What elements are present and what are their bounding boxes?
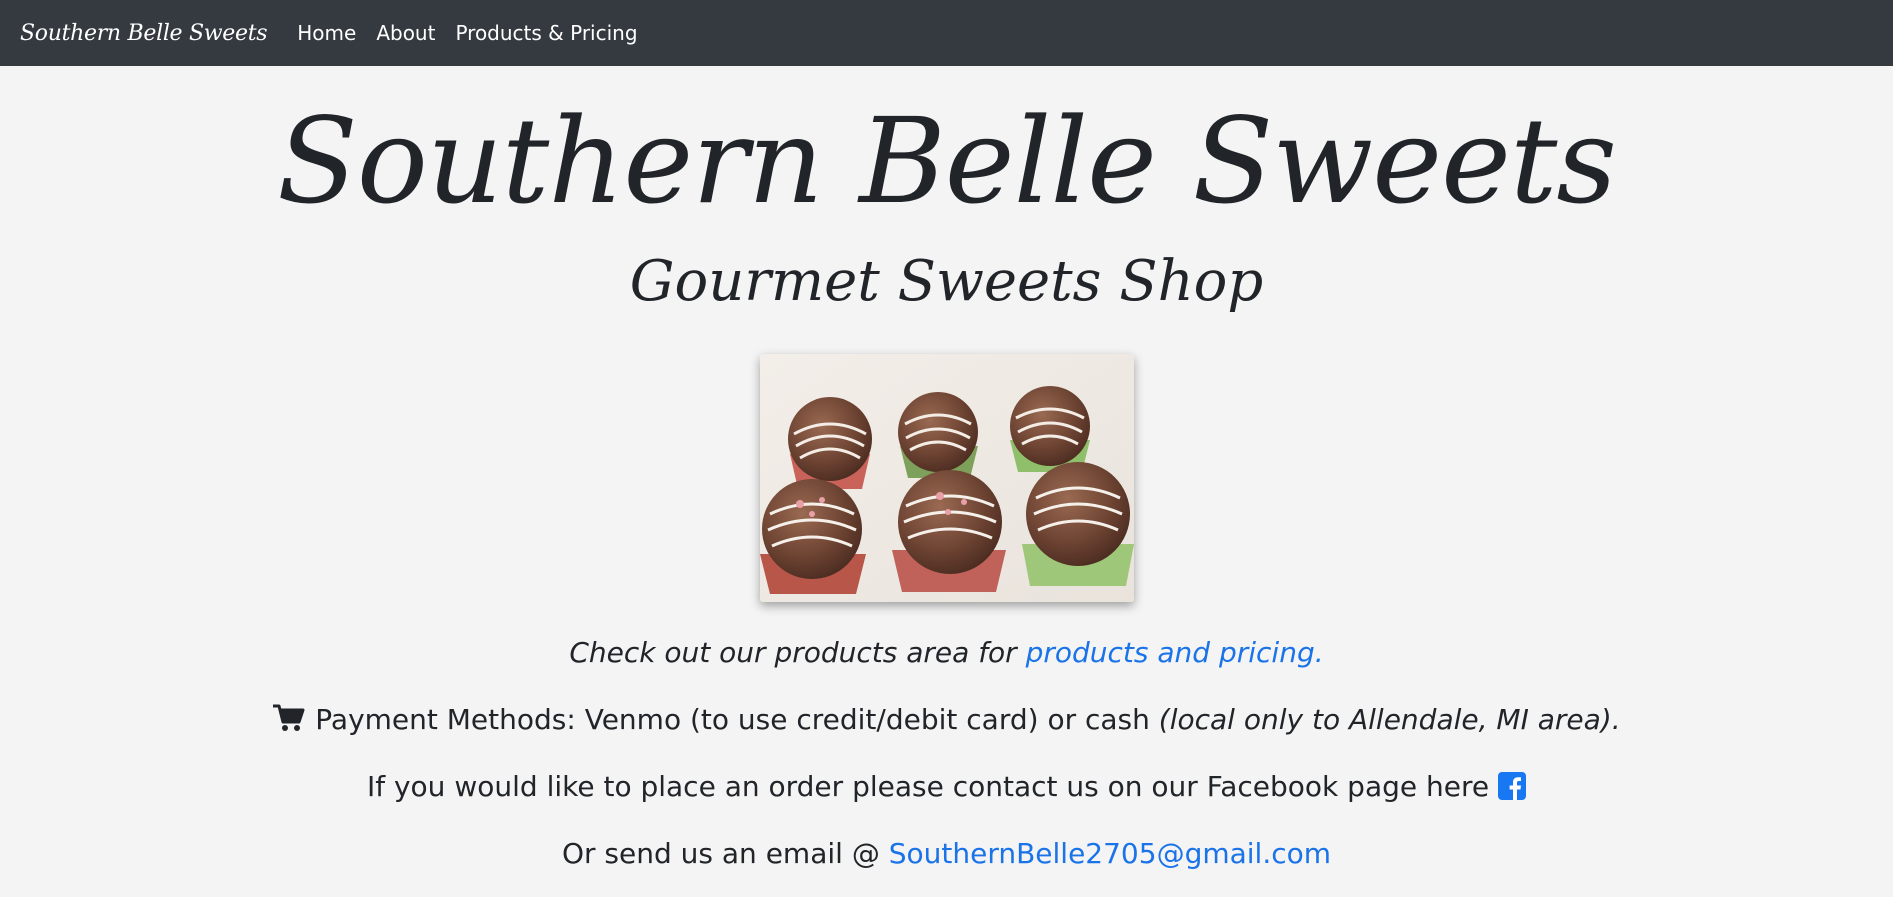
payment-paragraph: Payment Methods: Venmo (to use credit/de… bbox=[0, 703, 1893, 736]
email-link[interactable]: SouthernBelle2705@gmail.com bbox=[889, 837, 1331, 870]
payment-local-note: (local only to Allendale, MI area). bbox=[1158, 703, 1621, 736]
navbar-brand[interactable]: Southern Belle Sweets bbox=[20, 21, 268, 46]
order-contact-text: If you would like to place an order plea… bbox=[366, 770, 1499, 803]
hero-title: Southern Belle Sweets bbox=[277, 92, 1617, 230]
product-image-container bbox=[0, 354, 1893, 602]
shopping-cart-icon bbox=[273, 704, 305, 731]
hero-subtitle: Gourmet Sweets Shop bbox=[629, 249, 1264, 314]
products-prefix-text: Check out our products area for bbox=[569, 636, 1026, 669]
top-navbar: Southern Belle Sweets Home About Product… bbox=[0, 0, 1893, 66]
payment-methods-text: Payment Methods: Venmo (to use credit/de… bbox=[306, 703, 1159, 736]
chocolate-truffles-image bbox=[759, 354, 1134, 602]
facebook-square-icon[interactable] bbox=[1498, 772, 1527, 800]
nav-link-home[interactable]: Home bbox=[297, 21, 356, 45]
order-paragraph: If you would like to place an order plea… bbox=[0, 770, 1893, 803]
products-pricing-link[interactable]: products and pricing. bbox=[1026, 636, 1324, 669]
email-prefix-text: Or send us an email @ bbox=[561, 837, 889, 870]
nav-link-products-pricing[interactable]: Products & Pricing bbox=[455, 21, 637, 45]
email-paragraph: Or send us an email @ SouthernBelle2705@… bbox=[0, 837, 1893, 870]
products-paragraph: Check out our products area for products… bbox=[0, 636, 1893, 669]
main-content: Southern Belle Sweets Gourmet Sweets Sho… bbox=[0, 86, 1893, 870]
nav-link-about[interactable]: About bbox=[376, 21, 435, 45]
